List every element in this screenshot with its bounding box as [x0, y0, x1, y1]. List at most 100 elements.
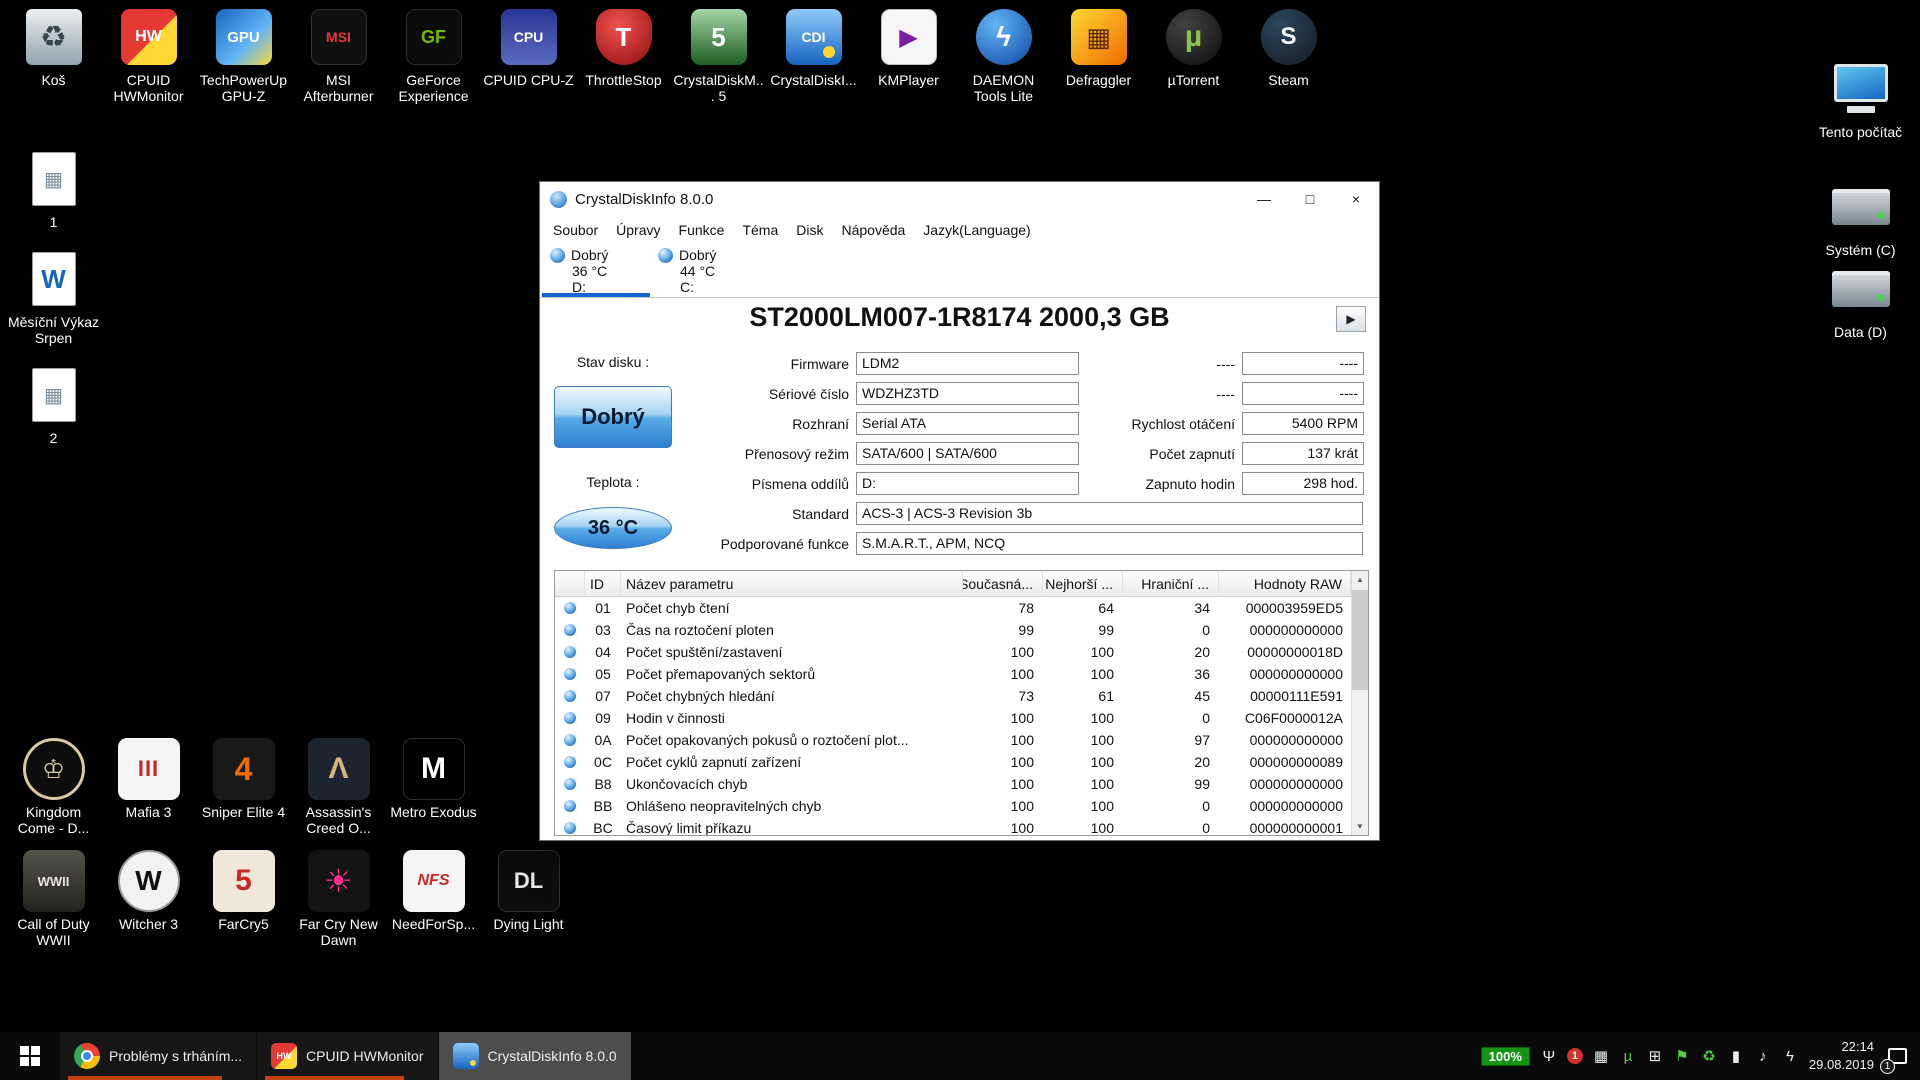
alert-badge-icon[interactable]: 1: [1567, 1048, 1583, 1064]
maximize-button[interactable]: □: [1287, 182, 1333, 216]
scrollbar-down-icon[interactable]: ▼: [1352, 818, 1368, 835]
menu-item[interactable]: Jazyk(Language): [914, 218, 1039, 242]
desktop-icon-utorrent[interactable]: µ µTorrent: [1146, 6, 1241, 104]
desktop-icon-defraggler[interactable]: ▦ Defraggler: [1051, 6, 1146, 104]
desktop-icon-crystaldiskinfo[interactable]: CDI CrystalDiskI...: [766, 6, 861, 104]
desktop-icon-assassins-creed[interactable]: Λ Assassin's Creed O...: [291, 738, 386, 836]
menu-item[interactable]: Nápověda: [832, 218, 914, 242]
desktop-icon-data-d[interactable]: Data (D): [1813, 258, 1908, 340]
desktop-icon-dying-light[interactable]: DL Dying Light: [481, 850, 576, 948]
scrollbar-thumb[interactable]: [1352, 590, 1368, 690]
desktop-icon-geforce[interactable]: GF GeForce Experience: [386, 6, 481, 104]
desktop-icon-cpuz[interactable]: CPU CPUID CPU-Z: [481, 6, 576, 104]
battery-icon[interactable]: ▮: [1727, 1047, 1745, 1065]
desktop-icon-farcry5[interactable]: 5 FarCry5: [196, 850, 291, 948]
desktop-icon-crystaldiskmark[interactable]: 5 CrystalDiskM... 5: [671, 6, 766, 104]
desktop-icon-image-1[interactable]: ▦ 1: [6, 148, 101, 230]
desktop-icon-daemon-tools[interactable]: ϟ DAEMON Tools Lite: [956, 6, 1051, 104]
smart-table-row[interactable]: 05 Počet přemapovaných sektorů 100 100 3…: [555, 663, 1351, 685]
stat-field-row: ---- ----: [980, 352, 1364, 375]
file-icon: ▦: [32, 368, 76, 422]
input-device-icon[interactable]: ⊞: [1646, 1047, 1664, 1065]
desktop-icon-nfs[interactable]: NFS NeedForSp...: [386, 850, 481, 948]
icon-slot: W: [118, 850, 180, 912]
smart-table-row[interactable]: 0C Počet cyklů zapnutí zařízení 100 100 …: [555, 751, 1351, 773]
battery-percentage-badge[interactable]: 100%: [1481, 1047, 1530, 1066]
next-disk-button[interactable]: ▶: [1336, 306, 1366, 332]
smart-table-row[interactable]: 07 Počet chybných hledání 73 61 45 00000…: [555, 685, 1351, 707]
smart-table-row[interactable]: 0A Počet opakovaných pokusů o roztočení …: [555, 729, 1351, 751]
icon-slot: GF: [406, 6, 462, 68]
desktop-icon-farcry-new-dawn[interactable]: ☀ Far Cry New Dawn: [291, 850, 386, 948]
volume-icon[interactable]: ♪: [1754, 1048, 1772, 1065]
smart-table-row[interactable]: BB Ohlášeno neopravitelných chyb 100 100…: [555, 795, 1351, 817]
desktop-icon-cod-wwii[interactable]: WWII Call of Duty WWII: [6, 850, 101, 948]
desktop-icon-witcher-3[interactable]: W Witcher 3: [101, 850, 196, 948]
smart-table-row[interactable]: B8 Ukončovacích chyb 100 100 99 00000000…: [555, 773, 1351, 795]
utorrent-tray-icon[interactable]: µ: [1619, 1048, 1637, 1065]
smart-table-row[interactable]: 04 Počet spuštění/zastavení 100 100 20 0…: [555, 641, 1351, 663]
taskbar-app-crystaldiskinfo[interactable]: CrystalDiskInfo 8.0.0: [439, 1032, 631, 1080]
desktop-icon-system-c[interactable]: Systém (C): [1813, 176, 1908, 258]
desktop-icon-kingdom-come[interactable]: ♔ Kingdom Come - D...: [6, 738, 101, 836]
desktop-icon-gpuz[interactable]: GPU TechPowerUp GPU-Z: [196, 6, 291, 104]
smart-table-header[interactable]: ID Název parametru Současná... Nejhorší …: [555, 571, 1351, 597]
disk-tab-d[interactable]: Dobrý 36 °C D:: [542, 244, 650, 297]
defraggler-tray-icon[interactable]: ♻: [1700, 1047, 1718, 1065]
menu-item[interactable]: Téma: [733, 218, 787, 242]
menu-item[interactable]: Úpravy: [607, 218, 669, 242]
taskbar-clock[interactable]: 22:14 29.08.2019: [1809, 1038, 1874, 1073]
disk-tab-c[interactable]: Dobrý 44 °C C:: [650, 244, 758, 297]
taskbar-app-chrome[interactable]: Problémy s trháním...: [60, 1032, 256, 1080]
smart-table-row[interactable]: BC Časový limit příkazu 100 100 0 000000…: [555, 817, 1351, 835]
table-scrollbar[interactable]: ▲ ▼: [1351, 571, 1368, 835]
desktop-icon-hwmonitor[interactable]: HW CPUID HWMonitor: [101, 6, 196, 104]
desktop-icon-metro-exodus[interactable]: M Metro Exodus: [386, 738, 481, 836]
flag-icon[interactable]: ⚑: [1673, 1047, 1691, 1065]
smart-table-row[interactable]: 01 Počet chyb čtení 78 64 34 000003959ED…: [555, 597, 1351, 619]
menu-item[interactable]: Funkce: [670, 218, 734, 242]
desktop-icon-kmplayer[interactable]: ▶ KMPlayer: [861, 6, 956, 104]
window-titlebar[interactable]: CrystalDiskInfo 8.0.0 — □ ×: [540, 182, 1379, 216]
cell-parameter-name: Počet přemapovaných sektorů: [621, 666, 963, 682]
taskbar-app-hwmonitor[interactable]: HW CPUID HWMonitor: [257, 1032, 437, 1080]
app-icon: ϟ: [976, 9, 1032, 65]
desktop-icon-label: Systém (C): [1826, 242, 1896, 258]
cell-parameter-name: Čas na roztočení ploten: [621, 622, 963, 638]
field-label: Zapnuto hodin: [980, 476, 1242, 492]
smart-table-row[interactable]: 03 Čas na roztočení ploten 99 99 0 00000…: [555, 619, 1351, 641]
usb-icon[interactable]: Ψ: [1540, 1048, 1558, 1065]
menu-item[interactable]: Soubor: [544, 218, 607, 242]
app-icon: ♻: [26, 9, 82, 65]
desktop-icon-word-doc[interactable]: W Měsíční Výkaz Srpen: [6, 248, 101, 346]
scrollbar-up-icon[interactable]: ▲: [1352, 571, 1368, 588]
icon-slot: ♔: [23, 738, 85, 800]
desktop-icon-image-2[interactable]: ▦ 2: [6, 364, 101, 446]
desktop-icon-mafia-3[interactable]: III Mafia 3: [101, 738, 196, 836]
network-icon[interactable]: ϟ: [1781, 1048, 1799, 1065]
desktop-games-row-2: WWII Call of Duty WWII W Witcher 3 5 Far…: [6, 850, 576, 948]
cell-threshold: 99: [1123, 776, 1219, 792]
cell-worst: 100: [1043, 666, 1123, 682]
icon-slot: ▦: [32, 148, 76, 210]
action-center-button[interactable]: 1: [1884, 1032, 1910, 1080]
row-orb-cell: [555, 668, 585, 680]
minimize-button[interactable]: —: [1241, 182, 1287, 216]
menu-item[interactable]: Disk: [787, 218, 832, 242]
desktop-icon-throttlestop[interactable]: T ThrottleStop: [576, 6, 671, 104]
close-button[interactable]: ×: [1333, 182, 1379, 216]
icon-slot: 5: [691, 6, 747, 68]
cell-current: 73: [963, 688, 1043, 704]
hwmonitor-tray-icon[interactable]: ▦: [1592, 1047, 1610, 1065]
desktop-icon-afterburner[interactable]: MSI MSI Afterburner: [291, 6, 386, 104]
field-value: ----: [1242, 352, 1364, 375]
desktop-icon-sniper-elite-4[interactable]: 4 Sniper Elite 4: [196, 738, 291, 836]
desktop-icon-kos[interactable]: ♻ Koš: [6, 6, 101, 104]
header-worst: Nejhorší ...: [1043, 571, 1123, 597]
desktop-icon-this-pc[interactable]: Tento počítač: [1813, 58, 1908, 140]
desktop-icon-steam[interactable]: S Steam: [1241, 6, 1336, 104]
smart-table-row[interactable]: 09 Hodin v činnosti 100 100 0 C06F000001…: [555, 707, 1351, 729]
icon-slot: W: [32, 248, 76, 310]
start-button[interactable]: [0, 1032, 60, 1080]
field-value: 298 hod.: [1242, 472, 1364, 495]
